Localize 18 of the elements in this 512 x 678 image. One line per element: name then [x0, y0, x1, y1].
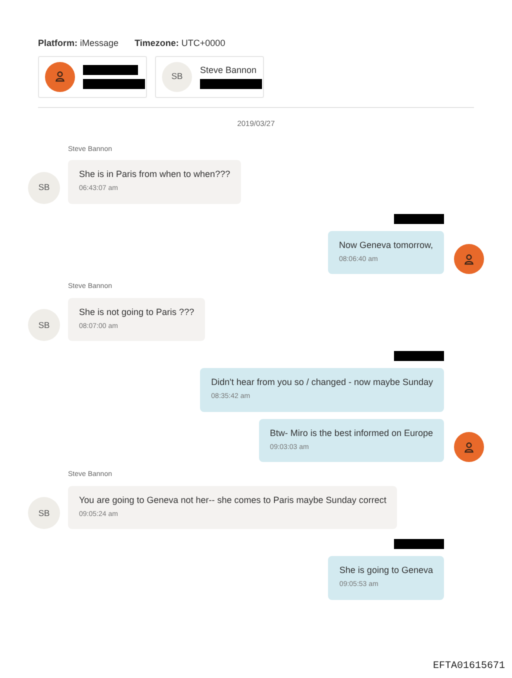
timezone-label: Timezone: UTC+0000 — [134, 37, 226, 50]
person-icon — [55, 71, 65, 82]
document-id: EFTA01615671 — [432, 660, 505, 674]
message-text: Now Geneva tomorrow, — [338, 240, 433, 251]
message-text: She is not going to Paris ??? — [79, 306, 194, 318]
person-icon — [464, 254, 474, 265]
person-icon — [464, 442, 474, 453]
initials-avatar: SB — [28, 309, 60, 342]
message-text: Didn't hear from you so / changed - now maybe Sunday — [211, 377, 433, 388]
initials-avatar: SB — [28, 172, 60, 204]
message-text: Btw- Miro is the best informed on Europe — [270, 428, 433, 439]
initials-avatar: SB — [28, 497, 60, 530]
platform-label: Platform: iMessage — [38, 37, 119, 50]
participant-name: Steve Bannon — [200, 64, 258, 74]
message-text: She is going to Geneva — [339, 565, 433, 576]
message-text: You are going to Geneva not her-- she comes to Paris maybe Sunday correct — [79, 494, 386, 506]
initials-avatar: SB — [162, 62, 192, 92]
message-text: She is in Paris from when to when??? — [79, 169, 230, 180]
